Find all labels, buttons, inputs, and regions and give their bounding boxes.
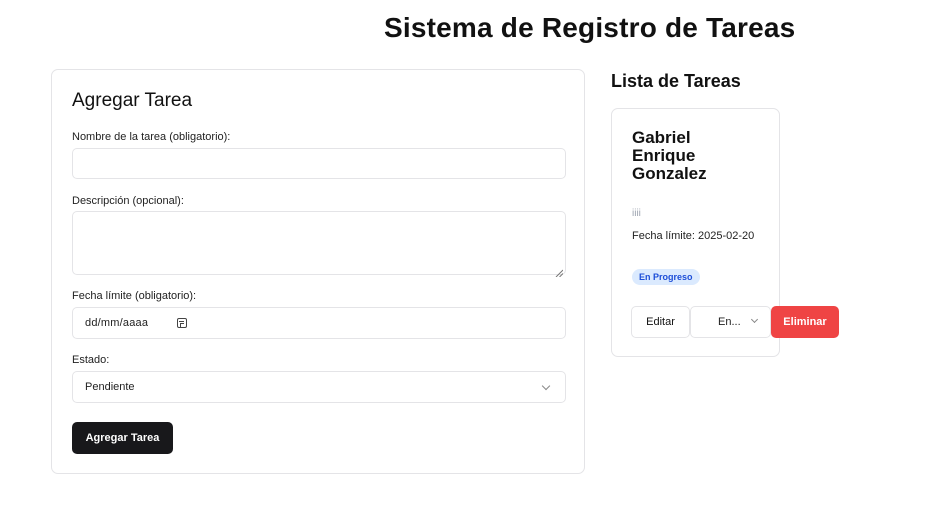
delete-button[interactable]: Eliminar: [771, 306, 839, 338]
resize-grip-icon[interactable]: [555, 264, 564, 278]
status-badge: En Progreso: [632, 269, 700, 285]
task-status-select[interactable]: En...: [690, 306, 771, 338]
task-description: iiii: [632, 208, 641, 219]
task-name: Gabriel Enrique Gonzalez: [632, 128, 707, 183]
form-title: Agregar Tarea: [72, 90, 193, 111]
calendar-icon[interactable]: [177, 318, 187, 328]
add-task-button[interactable]: Agregar Tarea: [72, 422, 173, 454]
status-label: Estado:: [72, 354, 110, 366]
description-label: Descripción (opcional):: [72, 195, 184, 207]
task-due-date: Fecha límite: 2025-02-20: [632, 230, 755, 242]
chevron-down-icon: [750, 315, 759, 324]
due-date-input[interactable]: dd/mm/aaaa: [72, 307, 566, 339]
add-task-form: Agregar Tarea Nombre de la tarea (obliga…: [51, 69, 585, 474]
task-list-title: Lista de Tareas: [611, 71, 741, 91]
status-select[interactable]: Pendiente: [72, 371, 566, 403]
chevron-down-icon: [541, 381, 551, 391]
due-date-label: Fecha límite (obligatorio):: [72, 290, 197, 302]
task-name-input[interactable]: [72, 148, 566, 179]
task-card: Gabriel Enrique Gonzalez iiii Fecha lími…: [611, 108, 839, 357]
edit-button[interactable]: Editar: [631, 306, 690, 338]
task-status-select-value: En...: [718, 316, 741, 328]
page-title: Sistema de Registro de Tareas: [384, 12, 796, 43]
description-textarea[interactable]: [72, 211, 566, 278]
status-select-value: Pendiente: [85, 381, 135, 393]
due-date-placeholder: dd/mm/aaaa: [85, 317, 149, 329]
task-name-label: Nombre de la tarea (obligatorio):: [72, 131, 231, 143]
